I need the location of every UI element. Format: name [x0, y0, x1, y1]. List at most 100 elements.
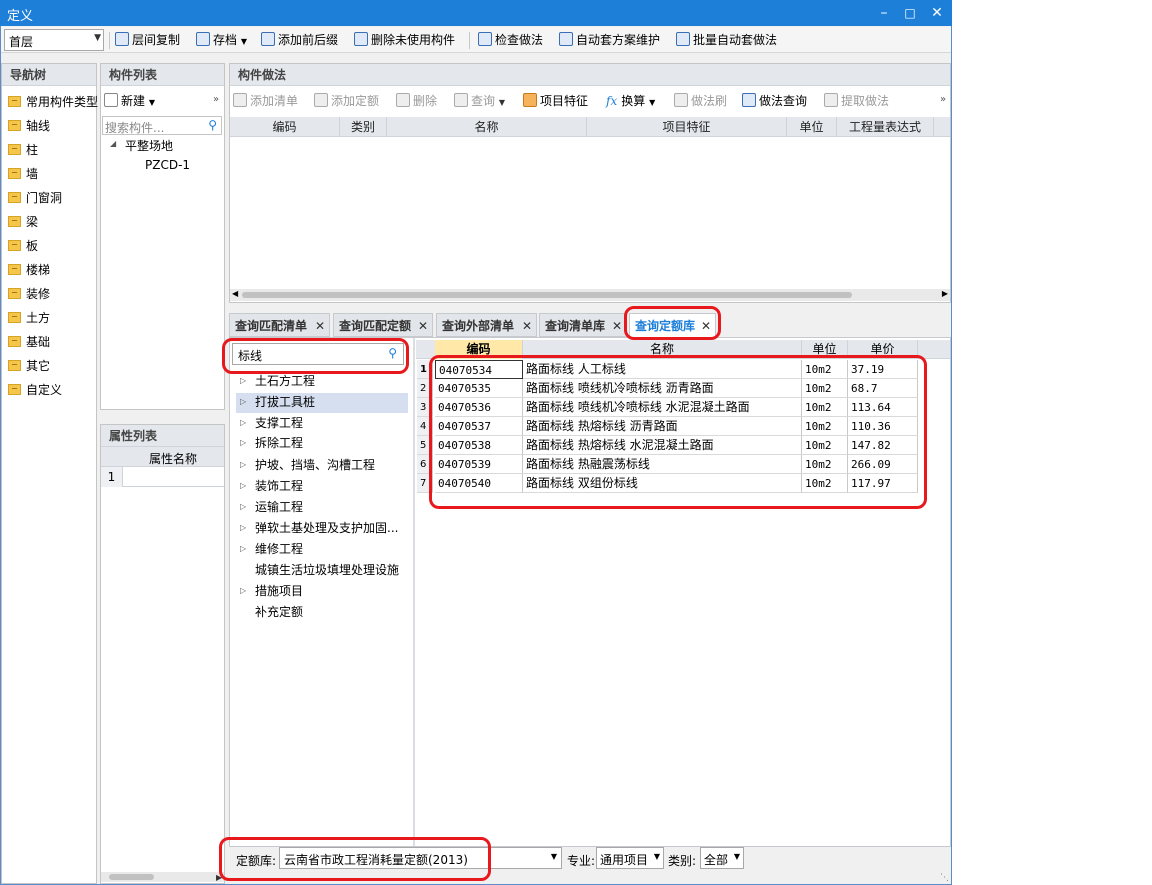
- annotation-library-highlight: [219, 837, 491, 881]
- resize-grip-icon[interactable]: ⋱: [940, 873, 949, 883]
- floor-value: 首层: [9, 35, 34, 49]
- nav-item-earthwork[interactable]: 土方: [8, 309, 50, 327]
- major-select[interactable]: 通用项目 ▼: [596, 847, 664, 869]
- toolbar-divider: [469, 32, 470, 49]
- title-bar: 定义 – □ ✕: [0, 0, 952, 26]
- query-button[interactable]: 查询 ▼: [454, 92, 505, 110]
- close-icon[interactable]: ✕: [315, 314, 325, 338]
- delete-unused-button[interactable]: 删除未使用构件: [354, 31, 455, 49]
- method-table-header: 编码 类别 名称 项目特征 单位 工程量表达式: [230, 117, 950, 137]
- copy-between-floors-button[interactable]: 层间复制: [115, 31, 180, 49]
- item-feature-button[interactable]: 项目特征: [523, 92, 588, 110]
- folder-icon: [8, 360, 21, 371]
- nav-tree-panel: 导航树: [1, 63, 97, 884]
- folder-icon: [8, 336, 21, 347]
- maximize-button[interactable]: □: [899, 2, 921, 24]
- folder-icon: [8, 216, 21, 227]
- property-list-panel: 属性列表: [100, 424, 225, 884]
- nav-item-wall[interactable]: 墙: [8, 165, 38, 183]
- component-search-input[interactable]: 搜索构件... ⚲: [102, 116, 222, 135]
- nav-item-beam[interactable]: 梁: [8, 213, 38, 231]
- property-scrollbar[interactable]: [101, 872, 224, 882]
- nav-item-foundation[interactable]: 基础: [8, 333, 50, 351]
- floor-select[interactable]: 首层 ▼: [4, 29, 104, 51]
- col-code: 编码: [230, 117, 340, 137]
- tab-list-library[interactable]: 查询清单库 ✕: [539, 313, 627, 337]
- close-icon[interactable]: ✕: [612, 314, 622, 338]
- tree-item-pile[interactable]: ▷ 打拔工具桩: [240, 392, 315, 412]
- tree-item-slope[interactable]: ▷ 护坡、挡墙、沟槽工程: [240, 455, 375, 475]
- tab-match-list[interactable]: 查询匹配清单 ✕: [229, 313, 330, 337]
- chevron-down-icon: ▼: [550, 852, 557, 861]
- nav-item-stairs[interactable]: 楼梯: [8, 261, 50, 279]
- nav-item-column[interactable]: 柱: [8, 141, 38, 159]
- archive-button[interactable]: 存档 ▼: [196, 31, 247, 49]
- tree-root-item[interactable]: 平整场地: [125, 137, 173, 154]
- col-category: 类别: [340, 117, 387, 137]
- tree-collapse-icon[interactable]: ◢: [110, 139, 116, 148]
- tree-item-supplement[interactable]: 补充定额: [242, 602, 303, 622]
- nav-item-other[interactable]: 其它: [8, 357, 50, 375]
- tree-item-support[interactable]: ▷ 支撑工程: [240, 413, 303, 433]
- chevron-down-icon: ▼: [498, 98, 505, 107]
- col-expression: 工程量表达式: [837, 117, 934, 137]
- expand-icon: ▷: [240, 586, 247, 595]
- method-query-button[interactable]: 做法查询: [742, 92, 807, 110]
- tree-item-earthwork[interactable]: ▷ 土石方工程: [240, 371, 315, 391]
- delete-button[interactable]: 删除: [396, 92, 437, 110]
- tree-item-soft-soil[interactable]: ▷ 弹软土基处理及支护加固...: [240, 518, 398, 538]
- scroll-left-icon[interactable]: ◀: [232, 289, 238, 298]
- batch-icon: [676, 32, 690, 46]
- folder-icon: [8, 168, 21, 179]
- tab-external-list[interactable]: 查询外部清单 ✕: [436, 313, 537, 337]
- feature-icon: [523, 93, 537, 107]
- expand-icon: ▷: [240, 481, 247, 490]
- nav-item-axis[interactable]: 轴线: [8, 117, 50, 135]
- new-component-button[interactable]: 新建 ▼: [104, 92, 155, 110]
- method-brush-button[interactable]: 做法刷: [674, 92, 727, 110]
- property-cell[interactable]: [123, 467, 224, 487]
- add-quota-icon: [314, 93, 328, 107]
- expand-more-icon[interactable]: »: [940, 94, 946, 105]
- nav-item-common[interactable]: 常用构件类型: [8, 93, 98, 111]
- tree-child-item[interactable]: PZCD-1: [145, 158, 190, 172]
- delete-icon: [396, 93, 410, 107]
- add-quota-button[interactable]: 添加定额: [314, 92, 379, 110]
- expand-more-icon[interactable]: »: [213, 94, 219, 105]
- tab-match-quota[interactable]: 查询匹配定额 ✕: [333, 313, 433, 337]
- extract-method-button[interactable]: 提取做法: [824, 92, 889, 110]
- nav-item-decoration[interactable]: 装修: [8, 285, 50, 303]
- check-method-button[interactable]: 检查做法: [478, 31, 543, 49]
- expand-icon: ▷: [240, 438, 247, 447]
- close-icon[interactable]: ✕: [418, 314, 428, 338]
- auto-scheme-button[interactable]: 自动套方案维护: [559, 31, 660, 49]
- search-icon[interactable]: ⚲: [208, 118, 217, 132]
- tree-item-transport[interactable]: ▷ 运输工程: [240, 497, 303, 517]
- category-select[interactable]: 全部 ▼: [700, 847, 744, 869]
- tree-item-measures[interactable]: ▷ 措施项目: [240, 581, 303, 601]
- close-button[interactable]: ✕: [926, 2, 948, 24]
- add-prefix-suffix-button[interactable]: 添加前后缀: [261, 31, 338, 49]
- method-hscrollbar[interactable]: ◀ ▶: [230, 289, 950, 301]
- chevron-down-icon: ▼: [733, 852, 740, 861]
- close-icon[interactable]: ✕: [522, 314, 532, 338]
- nav-item-custom[interactable]: 自定义: [8, 381, 62, 399]
- tree-item-decoration[interactable]: ▷ 装饰工程: [240, 476, 303, 496]
- add-list-icon: [233, 93, 247, 107]
- add-list-button[interactable]: 添加清单: [233, 92, 298, 110]
- tree-item-maintenance[interactable]: ▷ 维修工程: [240, 539, 303, 559]
- expand-icon: ▷: [240, 397, 247, 406]
- delete-list-icon: [354, 32, 368, 46]
- nav-item-slab[interactable]: 板: [8, 237, 38, 255]
- chevron-down-icon: ▼: [94, 33, 101, 43]
- tree-item-demolition[interactable]: ▷ 拆除工程: [240, 433, 303, 453]
- nav-item-door-window[interactable]: 门窗洞: [8, 189, 62, 207]
- conversion-button[interactable]: fx 换算 ▼: [606, 92, 655, 110]
- scroll-right-icon[interactable]: ▶: [942, 289, 948, 298]
- minimize-button[interactable]: –: [873, 2, 895, 24]
- folder-icon: [8, 384, 21, 395]
- splitter[interactable]: [413, 338, 415, 846]
- tree-item-landfill[interactable]: 城镇生活垃圾填埋处理设施: [242, 560, 399, 580]
- annotation-search-highlight: [222, 338, 409, 374]
- batch-auto-button[interactable]: 批量自动套做法: [676, 31, 777, 49]
